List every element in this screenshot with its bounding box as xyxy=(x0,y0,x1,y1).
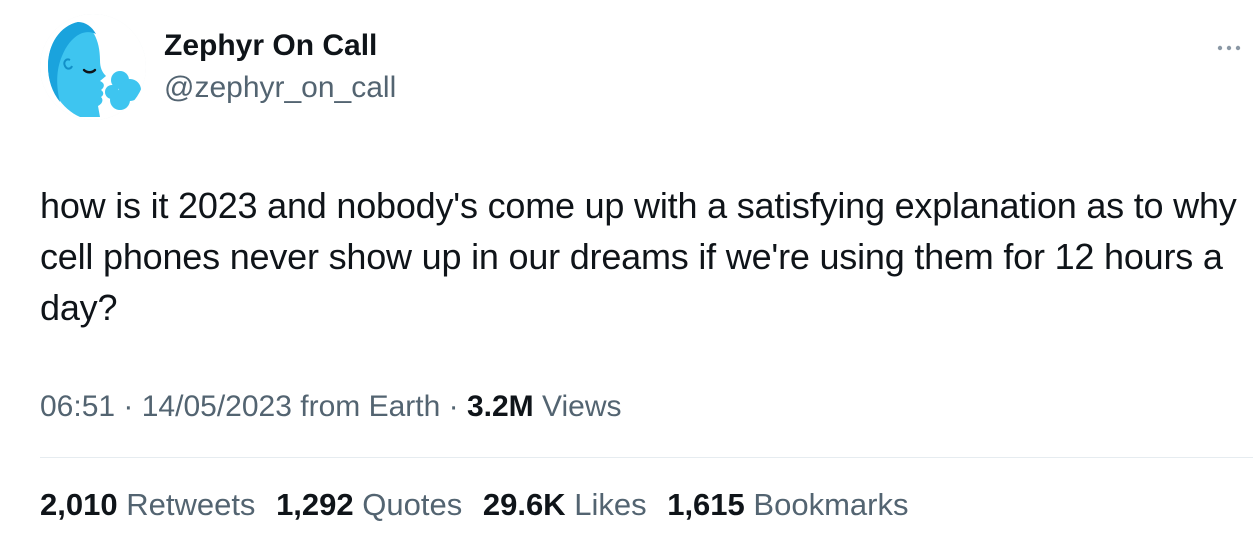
stat-label: Quotes xyxy=(362,487,463,522)
more-options-button[interactable] xyxy=(1214,36,1244,60)
more-dots-icon xyxy=(1217,45,1241,51)
views-label: Views xyxy=(542,390,622,423)
tweet-text: how is it 2023 and nobody's come up with… xyxy=(40,185,1237,328)
tweet-time-link[interactable]: 06:51 xyxy=(40,390,115,423)
retweets-stat[interactable]: 2,010 Retweets xyxy=(40,484,255,526)
stat-count: 1,615 xyxy=(667,487,745,522)
stat-label: Bookmarks xyxy=(753,487,909,522)
meta-separator: · xyxy=(115,390,142,423)
display-name[interactable]: Zephyr On Call xyxy=(164,28,377,64)
tweet-metadata: 06:51 · 14/05/2023 from Earth · 3.2M Vie… xyxy=(40,386,622,428)
stat-count: 29.6K xyxy=(482,487,566,522)
engagement-stats: 2,010 Retweets 1,292 Quotes 29.6K Likes … xyxy=(40,484,920,526)
views-count: 3.2M xyxy=(466,390,534,423)
quotes-stat[interactable]: 1,292 Quotes xyxy=(276,484,462,526)
stat-count: 2,010 xyxy=(40,487,118,522)
bookmarks-stat[interactable]: 1,615 Bookmarks xyxy=(667,484,908,526)
tweet-card: Zephyr On Call @zephyr_on_call how is it… xyxy=(0,0,1253,546)
tweet-source: from Earth xyxy=(300,390,441,423)
avatar[interactable] xyxy=(40,14,146,120)
stat-label: Retweets xyxy=(126,487,256,522)
meta-separator: · xyxy=(440,390,467,423)
stat-count: 1,292 xyxy=(276,487,354,522)
user-handle[interactable]: @zephyr_on_call xyxy=(164,70,396,106)
divider xyxy=(40,457,1253,458)
stat-label: Likes xyxy=(574,487,647,522)
likes-stat[interactable]: 29.6K Likes xyxy=(483,484,647,526)
profile-avatar-icon xyxy=(40,14,146,120)
tweet-date-link[interactable]: 14/05/2023 xyxy=(142,390,292,423)
